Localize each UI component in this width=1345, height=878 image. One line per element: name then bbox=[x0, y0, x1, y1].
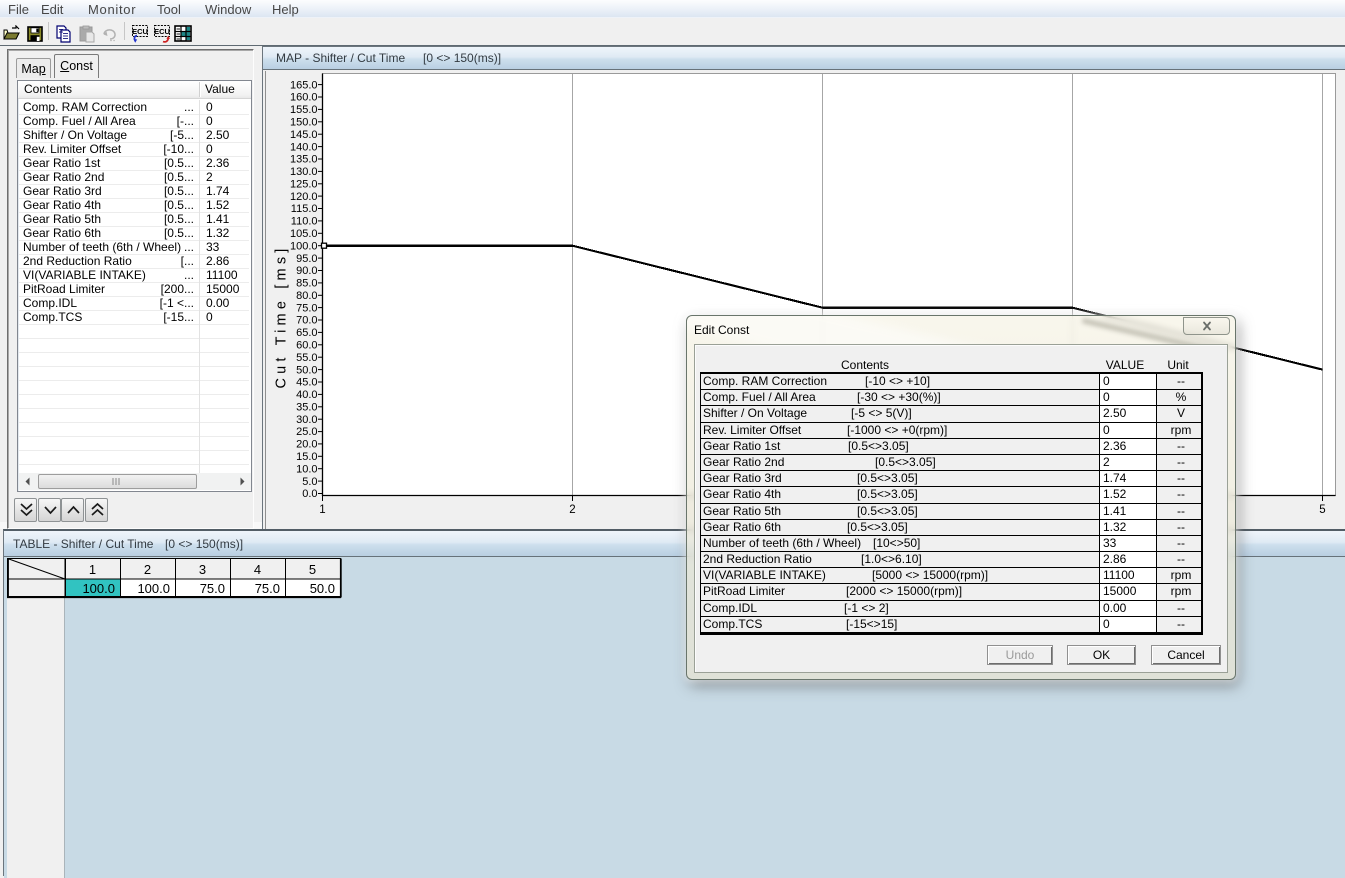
svg-text:60.0: 60.0 bbox=[296, 340, 317, 352]
svg-text:115.0: 115.0 bbox=[291, 203, 318, 215]
svg-text:75.0: 75.0 bbox=[200, 581, 225, 596]
svg-text:50.0: 50.0 bbox=[296, 364, 317, 376]
svg-text:5: 5 bbox=[1319, 504, 1325, 516]
svg-text:105.0: 105.0 bbox=[290, 228, 318, 240]
svg-text:95.0: 95.0 bbox=[296, 253, 317, 265]
svg-text:125.0: 125.0 bbox=[290, 179, 318, 191]
svg-text:120.0: 120.0 bbox=[290, 191, 318, 203]
svg-text:80.0: 80.0 bbox=[296, 290, 317, 302]
svg-text:20.0: 20.0 bbox=[296, 439, 317, 451]
svg-text:5.0: 5.0 bbox=[302, 476, 317, 488]
svg-text:45.0: 45.0 bbox=[296, 377, 317, 389]
svg-text:100.0: 100.0 bbox=[290, 240, 318, 252]
svg-text:25.0: 25.0 bbox=[296, 426, 317, 438]
svg-text:ECU: ECU bbox=[132, 27, 148, 36]
svg-text:155.0: 155.0 bbox=[290, 104, 318, 116]
svg-text:2: 2 bbox=[569, 504, 575, 516]
svg-text:150.0: 150.0 bbox=[290, 117, 318, 129]
svg-text:100.0: 100.0 bbox=[137, 581, 170, 596]
svg-text:135.0: 135.0 bbox=[290, 154, 318, 166]
svg-text:35.0: 35.0 bbox=[296, 402, 317, 414]
svg-text:30.0: 30.0 bbox=[296, 414, 317, 426]
svg-text:145.0: 145.0 bbox=[290, 129, 318, 141]
svg-text:165.0: 165.0 bbox=[290, 79, 318, 91]
svg-text:110.0: 110.0 bbox=[291, 216, 318, 228]
svg-text:160.0: 160.0 bbox=[290, 92, 318, 104]
svg-text:10.0: 10.0 bbox=[296, 463, 317, 475]
svg-text:5: 5 bbox=[309, 562, 316, 577]
svg-text:70.0: 70.0 bbox=[296, 315, 317, 327]
svg-text:50.0: 50.0 bbox=[310, 581, 335, 596]
svg-text:75.0: 75.0 bbox=[255, 581, 280, 596]
svg-text:90.0: 90.0 bbox=[296, 265, 317, 277]
svg-text:0.0: 0.0 bbox=[302, 488, 317, 500]
svg-text:Cut Time [ms]: Cut Time [ms] bbox=[273, 244, 289, 388]
svg-text:ECU: ECU bbox=[154, 27, 170, 36]
svg-text:3: 3 bbox=[199, 562, 206, 577]
svg-text:15.0: 15.0 bbox=[296, 451, 317, 463]
svg-text:1: 1 bbox=[89, 562, 96, 577]
svg-text:1: 1 bbox=[319, 504, 325, 516]
svg-text:4: 4 bbox=[254, 562, 261, 577]
svg-text:40.0: 40.0 bbox=[296, 389, 317, 401]
svg-text:85.0: 85.0 bbox=[296, 278, 317, 290]
svg-text:2: 2 bbox=[144, 562, 151, 577]
svg-text:140.0: 140.0 bbox=[290, 141, 318, 153]
svg-text:75.0: 75.0 bbox=[296, 302, 317, 314]
svg-text:130.0: 130.0 bbox=[290, 166, 318, 178]
svg-text:65.0: 65.0 bbox=[296, 327, 317, 339]
svg-text:55.0: 55.0 bbox=[296, 352, 317, 364]
svg-text:100.0: 100.0 bbox=[82, 581, 115, 596]
